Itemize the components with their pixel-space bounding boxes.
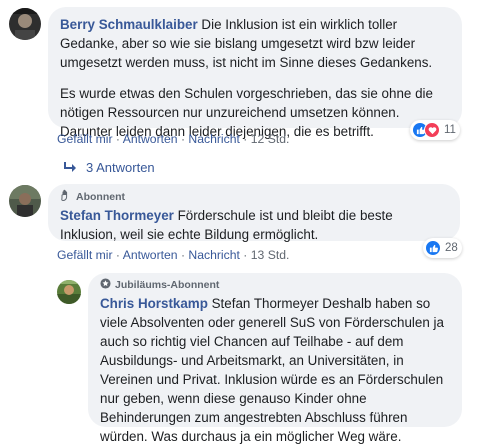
- badge: Abonnent: [60, 189, 448, 204]
- avatar[interactable]: [9, 8, 41, 40]
- reply-link[interactable]: Antworten: [123, 132, 178, 146]
- like-icon: [425, 240, 441, 256]
- message-link[interactable]: Nachricht: [188, 248, 239, 262]
- love-icon: [424, 122, 440, 138]
- like-link[interactable]: Gefällt mir: [57, 248, 113, 262]
- reply-arrow-icon: [64, 160, 76, 175]
- author-name[interactable]: Chris Horstkamp: [100, 296, 208, 311]
- separator: ·: [115, 132, 123, 146]
- badge-label: Jubiläums-Abonnent: [115, 279, 220, 291]
- comment-text: Berry Schmaulklaiber Die Inklusion ist e…: [60, 15, 450, 72]
- comment-body: Stefan Thormeyer Deshalb haben so viele …: [100, 296, 444, 444]
- timestamp[interactable]: 13 Std.: [251, 248, 290, 262]
- author-name[interactable]: Stefan Thormeyer: [60, 208, 174, 223]
- badge-label: Abonnent: [76, 190, 125, 203]
- comment-text: Chris Horstkamp Stefan Thormeyer Deshalb…: [100, 294, 450, 446]
- separator: ·: [243, 248, 251, 262]
- anniversary-badge-icon: [100, 278, 111, 292]
- comment-bubble: Berry Schmaulklaiber Die Inklusion ist e…: [48, 7, 462, 139]
- reply-link[interactable]: Antworten: [123, 248, 178, 262]
- author-name[interactable]: Berry Schmaulklaiber: [60, 17, 198, 32]
- like-link[interactable]: Gefällt mir: [57, 132, 113, 146]
- timestamp[interactable]: 12 Std.: [251, 132, 290, 146]
- replies-label: 3 Antworten: [86, 160, 155, 175]
- view-replies-button[interactable]: 3 Antworten: [64, 160, 155, 175]
- comment-actions: Gefällt mir · Antworten · Nachricht · 13…: [57, 248, 289, 262]
- wave-hand-icon: [60, 189, 72, 204]
- separator: ·: [243, 132, 251, 146]
- comment-bubble: Jubiläums-Abonnent Chris Horstkamp Stefa…: [88, 273, 462, 444]
- separator: ·: [115, 248, 123, 262]
- comment-text: Stefan Thormeyer Förderschule ist und bl…: [60, 206, 448, 244]
- reaction-summary[interactable]: 28: [423, 238, 462, 258]
- comment-bubble: Abonnent Stefan Thormeyer Förderschule i…: [48, 184, 460, 244]
- reaction-count: 11: [444, 124, 456, 136]
- reaction-count: 28: [445, 242, 458, 254]
- avatar[interactable]: [9, 185, 41, 217]
- reaction-summary[interactable]: 11: [410, 120, 460, 140]
- badge: Jubiläums-Abonnent: [100, 278, 450, 292]
- avatar[interactable]: [57, 280, 81, 304]
- comment-actions: Gefällt mir · Antworten · Nachricht · 12…: [57, 132, 289, 146]
- message-link[interactable]: Nachricht: [188, 132, 239, 146]
